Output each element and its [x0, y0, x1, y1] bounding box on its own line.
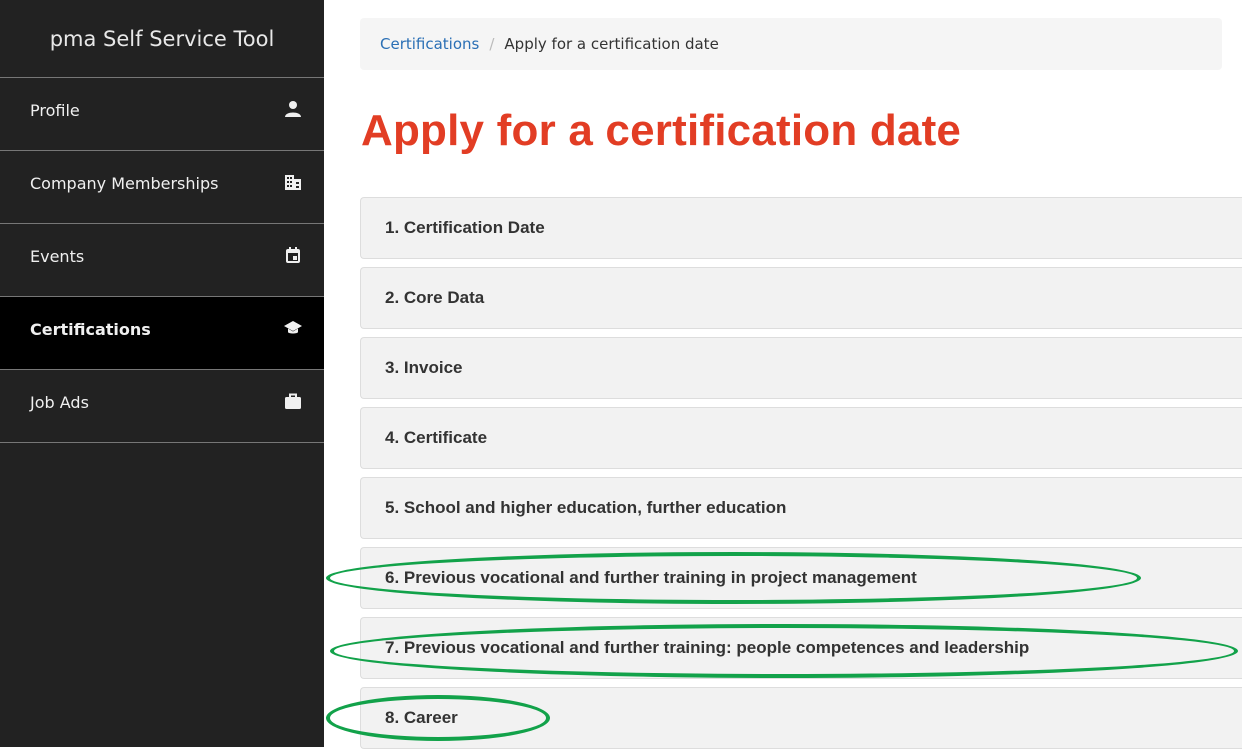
breadcrumb-separator: / — [489, 35, 495, 53]
panel-certificate[interactable]: 4. Certificate — [360, 407, 1242, 469]
panel-title: 2. Core Data — [385, 288, 485, 307]
sidebar-item-certifications[interactable]: Certifications — [0, 297, 324, 370]
app-title: pma Self Service Tool — [0, 0, 324, 78]
panel-school-education[interactable]: 5. School and higher education, further … — [360, 477, 1242, 539]
panel-title: 5. School and higher education, further … — [385, 498, 787, 517]
briefcase-icon — [284, 392, 302, 410]
sidebar-item-events[interactable]: Events — [0, 224, 324, 297]
sidebar-item-label: Job Ads — [30, 392, 89, 412]
breadcrumb: Certifications / Apply for a certificati… — [360, 18, 1222, 70]
panel-title: 4. Certificate — [385, 428, 488, 447]
sidebar-item-label: Certifications — [30, 319, 151, 339]
panel-title: 8. Career — [385, 708, 458, 727]
breadcrumb-current: Apply for a certification date — [504, 35, 719, 53]
panel-title: 3. Invoice — [385, 358, 463, 377]
panel-title: 1. Certification Date — [385, 218, 545, 237]
sidebar-item-label: Company Memberships — [30, 173, 219, 193]
panel-title: 7. Previous vocational and further train… — [385, 638, 1030, 657]
page-title: Apply for a certification date — [361, 106, 962, 155]
building-icon — [284, 173, 302, 191]
panel-certification-date[interactable]: 1. Certification Date — [360, 197, 1242, 259]
sidebar: pma Self Service Tool Profile Company Me… — [0, 0, 324, 747]
sidebar-item-profile[interactable]: Profile — [0, 78, 324, 151]
panel-core-data[interactable]: 2. Core Data — [360, 267, 1242, 329]
sidebar-item-label: Profile — [30, 100, 80, 120]
breadcrumb-link-certifications[interactable]: Certifications — [380, 35, 479, 53]
panel-vocational-training-project-management[interactable]: 6. Previous vocational and further train… — [360, 547, 1242, 609]
panel-title: 6. Previous vocational and further train… — [385, 568, 917, 587]
panel-invoice[interactable]: 3. Invoice — [360, 337, 1242, 399]
person-icon — [284, 100, 302, 118]
graduation-cap-icon — [284, 319, 302, 337]
sidebar-item-job-ads[interactable]: Job Ads — [0, 370, 324, 443]
panel-career[interactable]: 8. Career — [360, 687, 1242, 749]
calendar-icon — [284, 246, 302, 264]
sidebar-item-label: Events — [30, 246, 85, 266]
panel-vocational-training-people-competences[interactable]: 7. Previous vocational and further train… — [360, 617, 1242, 679]
sidebar-item-company-memberships[interactable]: Company Memberships — [0, 151, 324, 224]
